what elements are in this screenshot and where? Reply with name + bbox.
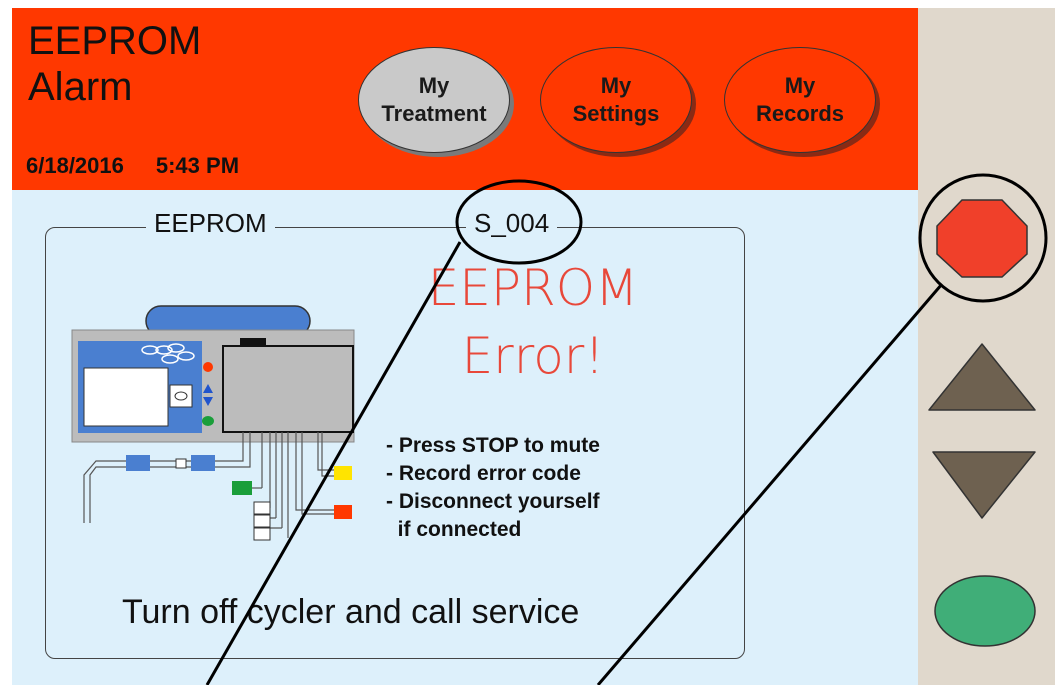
arrow-up-icon[interactable] (928, 343, 1036, 411)
cycler-stop-dot (203, 362, 213, 372)
cycler-screen (83, 367, 169, 427)
ok-icon[interactable] (934, 575, 1036, 647)
cycler-illustration (71, 305, 355, 541)
cycler-ok-dot (202, 416, 214, 426)
arrow-down-icon[interactable] (932, 451, 1036, 519)
stop-button-pointer (596, 283, 944, 685)
error-code-callout (455, 179, 583, 265)
stop-icon[interactable] (936, 199, 1028, 278)
cycler-port (169, 384, 193, 408)
cycler-drawer (222, 345, 354, 433)
